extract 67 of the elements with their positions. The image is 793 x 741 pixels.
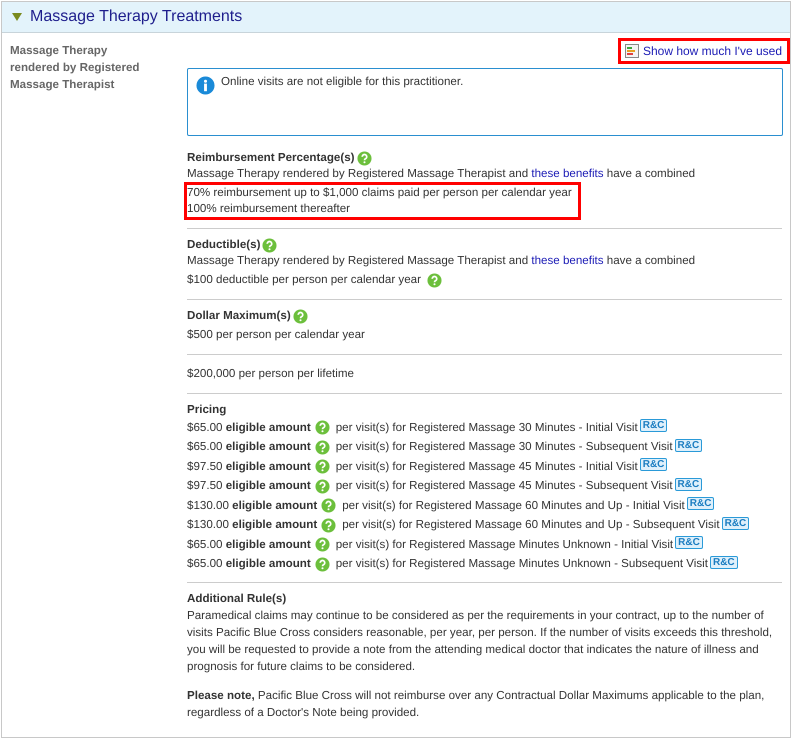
section-heading: Deductible(s) xyxy=(187,237,260,253)
price-description: per visit(s) for Registered Massage 30 Minutes - Initial Visit xyxy=(336,420,638,436)
price-amount: $130.00 xyxy=(187,498,229,514)
help-icon[interactable] xyxy=(314,459,330,474)
price-label: eligible amount xyxy=(226,536,311,553)
benefit-text: 100% reimbursement thereafter xyxy=(187,201,350,217)
info-icon xyxy=(196,76,215,95)
benefit-text: Massage Therapy rendered by Registered Massage Therapist and these benefits have a combined xyxy=(187,166,696,182)
help-icon[interactable] xyxy=(314,440,330,455)
benefits-link[interactable]: these benefits xyxy=(531,167,604,180)
rc-tag: R&C xyxy=(722,516,750,530)
benefit-text: Massage Therapy rendered by Registered Massage Therapist and these benefits have a combined xyxy=(187,253,696,269)
help-icon[interactable] xyxy=(321,498,336,514)
price-amount: $130.00 xyxy=(187,517,229,534)
price-description: per visit(s) for Registered Massage 60 Minutes and Up - Initial Visit xyxy=(342,498,685,514)
benefit-text: $100 deductible per person per calendar year xyxy=(187,272,421,288)
chart-icon xyxy=(624,44,639,58)
price-label: eligible amount xyxy=(232,517,318,534)
notice-text: Online visits are not eligible for this practitioner. xyxy=(221,75,464,88)
collapse-triangle-icon[interactable] xyxy=(12,12,22,22)
price-amount: $97.50 xyxy=(187,458,222,475)
usage-link[interactable]: Show how much I've used xyxy=(618,38,790,64)
rc-tag: R&C xyxy=(686,497,714,510)
section-heading: Pricing xyxy=(187,402,226,418)
section-heading: Reimbursement Percentage(s) xyxy=(187,150,355,166)
rc-tag: R&C xyxy=(674,478,702,491)
rule-paragraph: Paramedical claims may continue to be considered as per the requirements in your contract, up to the number of visits Pacific Blue Cross considers reasonable, per year, per person. If the number of visits exceeds this threshold, you will be requested to provide a note from the attending medical doctor that indicates the nature of illness and prognosis for future claims to be considered. xyxy=(187,608,774,675)
rc-tag: R&C xyxy=(640,419,668,432)
price-description: per visit(s) for Registered Massage Minutes Unknown - Subsequent Visit xyxy=(336,556,708,572)
section-heading: Dollar Maximum(s) xyxy=(187,308,291,324)
price-description: per visit(s) for Registered Massage 30 Minutes - Subsequent Visit xyxy=(336,439,673,456)
price-amount: $97.50 xyxy=(187,478,222,494)
rc-tag: R&C xyxy=(674,438,702,452)
price-description: per visit(s) for Registered Massage Minutes Unknown - Initial Visit xyxy=(336,536,674,553)
price-amount: $65.00 xyxy=(187,536,222,553)
price-amount: $65.00 xyxy=(187,556,222,572)
help-icon[interactable] xyxy=(314,556,330,572)
rc-tag: R&C xyxy=(710,556,738,569)
price-description: per visit(s) for Registered Massage 45 Minutes - Initial Visit xyxy=(336,458,638,475)
help-icon[interactable] xyxy=(314,420,330,436)
rule-paragraph: Please note, Pacific Blue Cross will not reimburse over any Contractual Dollar Maximums applicable to the plan, regardless of a Doctor's Note being provided. xyxy=(187,688,766,721)
rc-tag: R&C xyxy=(640,458,668,472)
help-icon[interactable] xyxy=(314,478,330,494)
price-label: eligible amount xyxy=(232,498,318,514)
help-icon[interactable] xyxy=(292,308,308,324)
benefit-text: 70% reimbursement up to $1,000 claims paid per person per calendar year xyxy=(187,185,572,201)
price-label: eligible amount xyxy=(226,556,311,572)
rc-tag: R&C xyxy=(675,536,703,550)
price-amount: $65.00 xyxy=(187,439,222,456)
section-heading: Additional Rule(s) xyxy=(187,591,286,607)
help-icon[interactable] xyxy=(262,238,278,252)
help-icon[interactable] xyxy=(321,518,336,533)
price-label: eligible amount xyxy=(226,458,311,475)
benefit-text: $500 per person per calendar year xyxy=(187,327,365,343)
help-icon[interactable] xyxy=(426,272,442,288)
price-label: eligible amount xyxy=(226,420,311,436)
price-label: eligible amount xyxy=(226,478,311,494)
benefit-text: $200,000 per person per lifetime xyxy=(187,366,354,382)
benefit-label: Massage Therapy rendered by Registered Massage Therapist xyxy=(10,43,141,93)
price-label: eligible amount xyxy=(226,439,311,456)
price-description: per visit(s) for Registered Massage 60 Minutes and Up - Subsequent Visit xyxy=(342,517,720,534)
benefits-link[interactable]: these benefits xyxy=(531,254,604,267)
price-description: per visit(s) for Registered Massage 45 Minutes - Subsequent Visit xyxy=(336,478,673,494)
price-amount: $65.00 xyxy=(187,420,222,436)
section-title: Massage Therapy Treatments xyxy=(30,8,242,26)
help-icon[interactable] xyxy=(356,150,372,166)
help-icon[interactable] xyxy=(314,537,330,552)
